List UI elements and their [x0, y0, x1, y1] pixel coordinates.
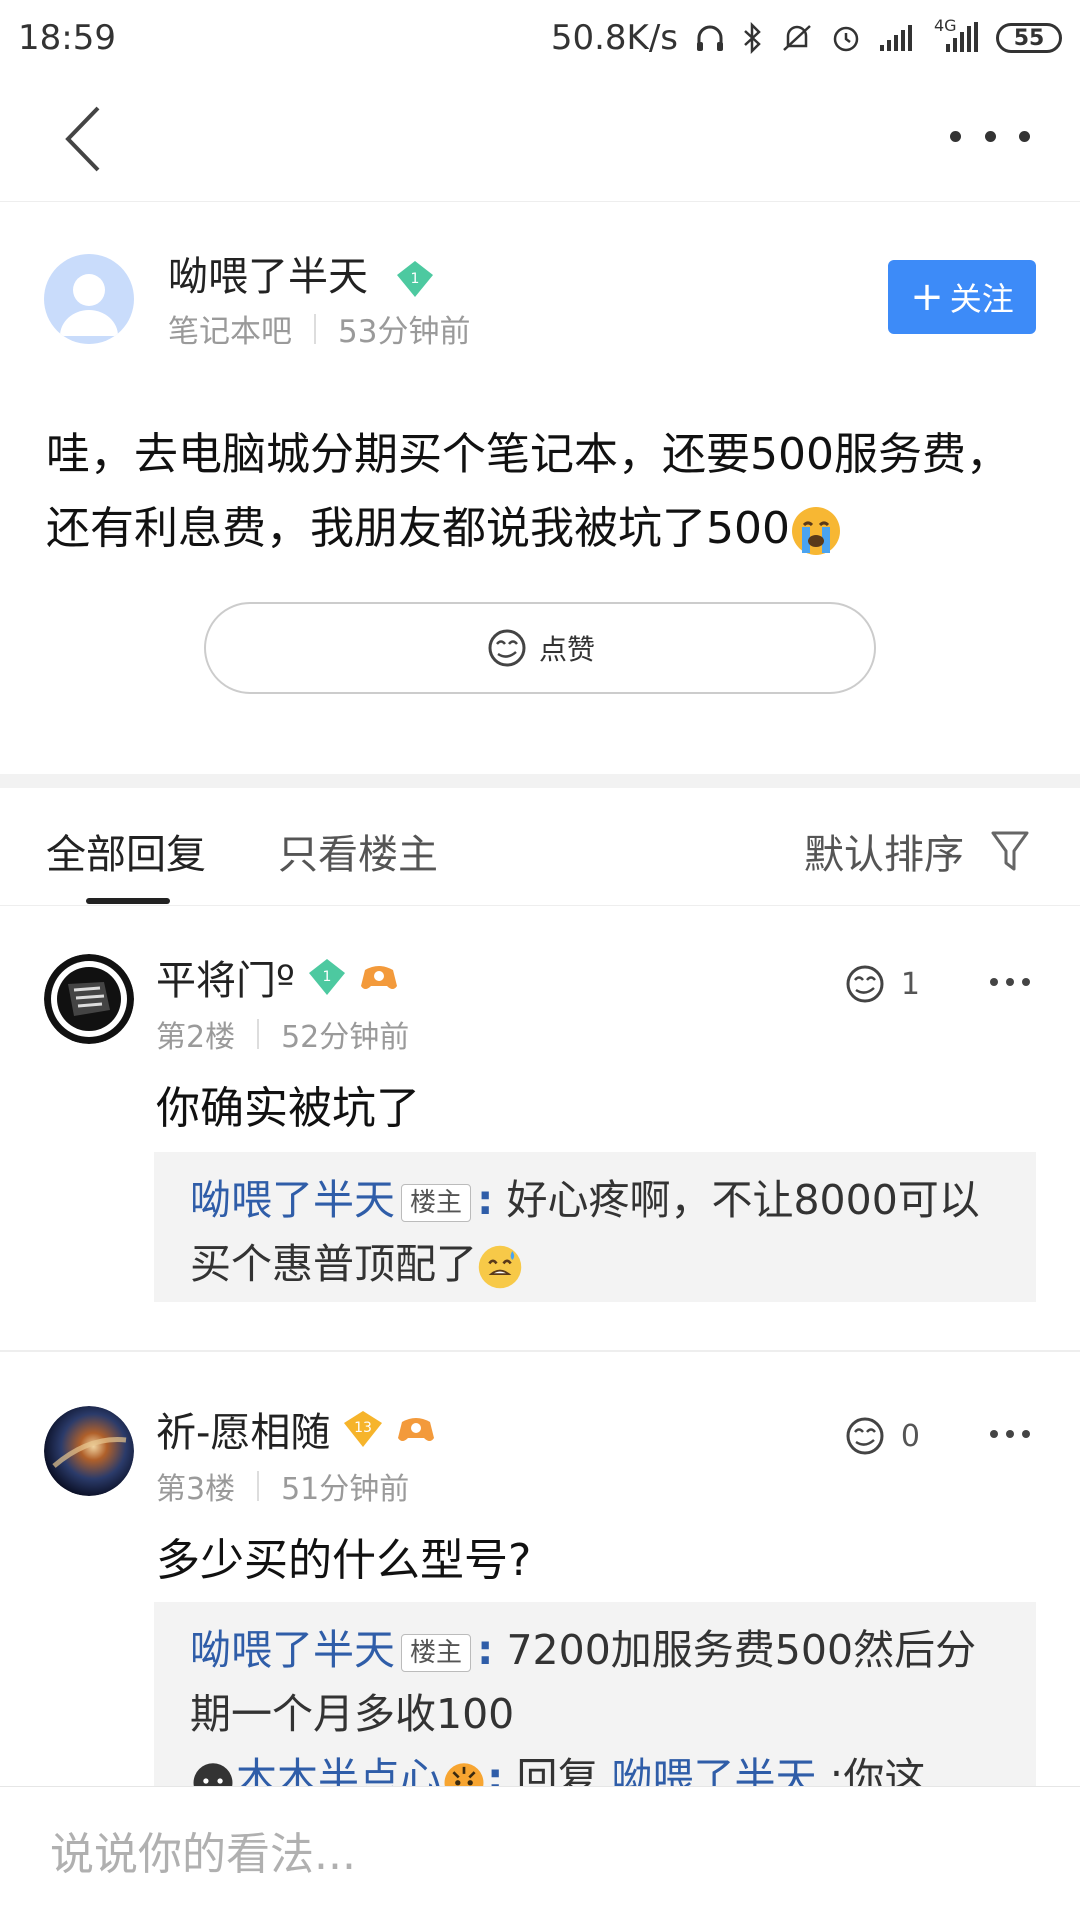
reply-user-text: 平将门º [156, 958, 295, 1004]
sort-label: 默认排序 [804, 832, 964, 878]
post-time: 53分钟前 [338, 314, 471, 350]
post-text: 哇，去电脑城分期买个笔记本，还要500服务费，还有利息费，我朋友都说我被坑了50… [46, 429, 1010, 554]
sub-reply-box[interactable]: 呦喂了半天 楼主: 好心疼啊，不让8000可以买个惠普顶配了 [154, 1152, 1036, 1302]
tab-only-op[interactable]: 只看楼主 [278, 822, 438, 880]
reply-text: 你确实被坑了 [156, 1083, 420, 1134]
level-badge-icon: 13 [344, 1411, 383, 1447]
meta-divider [257, 1019, 260, 1049]
follow-label: 关注 [949, 280, 1014, 318]
tab-all-replies[interactable]: 全部回复 [46, 822, 206, 880]
svg-text:13: 13 [355, 1420, 373, 1436]
floor-number: 第2楼 [156, 1020, 236, 1055]
back-arrow-icon[interactable] [58, 104, 118, 174]
like-label: 点赞 [538, 633, 595, 666]
more-icon[interactable] [950, 116, 1030, 156]
reply-divider [0, 1350, 1080, 1352]
colon: : [487, 1754, 504, 1786]
floor-number: 第3楼 [156, 1472, 236, 1507]
filter-icon [991, 831, 1029, 871]
tiger-emoji-icon [444, 1763, 484, 1786]
reply-meta: 第2楼 52分钟前 [156, 1012, 409, 1056]
sub-reply-user[interactable]: 呦喂了半天 [190, 1626, 395, 1674]
op-tag: 楼主 [401, 1634, 472, 1672]
reply-time: 51分钟前 [281, 1472, 410, 1507]
level-badge-icon: 1 [396, 261, 433, 297]
section-divider [0, 774, 1080, 788]
crying-emoji-icon [791, 507, 840, 555]
avatar[interactable] [44, 1406, 134, 1496]
colon: : [477, 1626, 494, 1674]
like-count: 0 [900, 1418, 920, 1454]
like-button[interactable]: 点赞 [204, 602, 876, 694]
avatar[interactable] [44, 254, 134, 344]
forum-name[interactable]: 笔记本吧 [168, 306, 292, 351]
svg-text:1: 1 [410, 271, 419, 287]
comment-input[interactable] [50, 1823, 1030, 1885]
level-badge-icon: 1 [308, 959, 345, 995]
reply-target-user[interactable]: 呦喂了半天 [612, 1754, 817, 1786]
reply-tabs: 全部回复 只看楼主 默认排序 [0, 788, 1080, 906]
tab-indicator [86, 898, 170, 904]
follow-button[interactable]: + 关注 [888, 260, 1036, 334]
reply-time: 52分钟前 [281, 1020, 410, 1055]
reply-user-name[interactable]: 平将门º 1 [156, 948, 399, 1006]
sub-reply-user[interactable]: 呦喂了半天 [190, 1176, 395, 1224]
reply-text: 多少买的什么型号? [156, 1535, 532, 1586]
author-name-text: 呦喂了半天 [168, 254, 368, 300]
sub-reply-user[interactable]: 木木半点心 [236, 1754, 441, 1786]
status-bar: 18:59 50.8K/s 4G 55 [0, 0, 1080, 76]
reply-meta: 第3楼 51分钟前 [156, 1464, 409, 1508]
author-name[interactable]: 呦喂了半天 1 [168, 244, 435, 302]
sub-reply-box[interactable]: 呦喂了半天 楼主: 7200加服务费500然后分期一个月多收100 木木半点心: … [154, 1602, 1036, 1786]
author-meta: 笔记本吧 53分钟前 [168, 306, 470, 351]
avatar[interactable] [44, 954, 134, 1044]
reply-more-icon[interactable] [990, 1430, 1030, 1440]
network-speed: 50.8K/s [550, 18, 678, 58]
comment-bar [0, 1786, 1080, 1920]
op-tag: 楼主 [401, 1184, 472, 1222]
devil-emoji-icon [193, 1763, 233, 1786]
like-count: 1 [900, 966, 920, 1002]
game-badge-icon [360, 966, 397, 989]
plus-icon: + [910, 274, 944, 320]
reply-more-icon[interactable] [990, 978, 1030, 988]
reply-prefix: 回复 [516, 1754, 599, 1786]
signal-icon [880, 25, 912, 51]
mute-icon [783, 25, 811, 51]
reply-user-text: 祈-愿相随 [156, 1410, 331, 1456]
post-author: 呦喂了半天 1 笔记本吧 53分钟前 + 关注 [0, 240, 1080, 360]
reply-user-name[interactable]: 祈-愿相随 13 [156, 1400, 436, 1458]
signal-4g-icon: 4G [932, 16, 980, 54]
colon: : [477, 1176, 494, 1224]
status-time: 18:59 [18, 18, 116, 58]
reply-like-button[interactable]: 1 [843, 962, 920, 1006]
post-content: 哇，去电脑城分期买个笔记本，还要500服务费，还有利息费，我朋友都说我被坑了50… [46, 418, 1046, 566]
headphone-icon [697, 25, 723, 51]
game-badge-icon [398, 1418, 435, 1441]
sub-reply-text: :你这 [829, 1754, 926, 1786]
sweat-emoji-icon [478, 1245, 522, 1289]
meta-divider [314, 313, 316, 344]
sort-button[interactable]: 默认排序 [804, 822, 1030, 880]
battery-icon: 55 [996, 23, 1062, 53]
meta-divider [257, 1471, 260, 1501]
bluetooth-icon [744, 22, 761, 54]
alarm-icon [833, 26, 859, 52]
like-icon [846, 1417, 884, 1455]
like-icon [846, 965, 884, 1003]
nav-bar [0, 76, 1080, 202]
network-type-label: 4G [934, 16, 957, 35]
reply-like-button[interactable]: 0 [843, 1414, 920, 1458]
like-icon [488, 629, 526, 667]
status-icons: 50.8K/s 4G 55 [550, 16, 1062, 58]
svg-text:1: 1 [322, 969, 331, 985]
